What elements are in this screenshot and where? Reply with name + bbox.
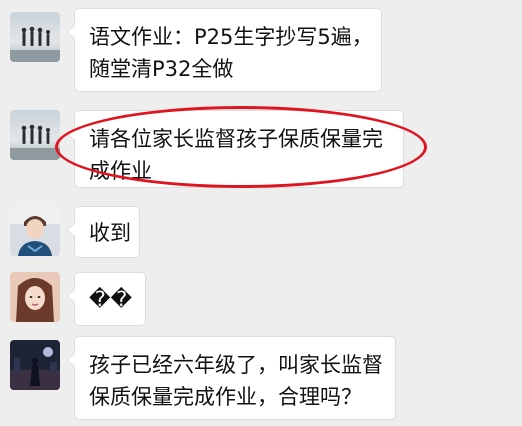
- message-bubble[interactable]: 请各位家长监督孩子保质保量完 成作业: [67, 110, 404, 188]
- message-bubble[interactable]: 语文作业：P25生字抄写5遍， 随堂清P32全做: [67, 8, 382, 92]
- message-bubble[interactable]: ��: [67, 272, 146, 326]
- sender-avatar[interactable]: [10, 12, 60, 62]
- message-text-line: 请各位家长监督孩子保质保量完: [89, 127, 383, 151]
- message-text-line: 保质保量完成作业，合理吗？: [89, 385, 362, 409]
- avatar-girl-photo-icon: [10, 272, 60, 322]
- message-text-line: ��: [89, 287, 133, 311]
- message-text-line: 随堂清P32全做: [89, 57, 234, 81]
- avatar-boy-photo-icon: [10, 206, 60, 256]
- sender-avatar[interactable]: [10, 272, 60, 322]
- sender-avatar[interactable]: [10, 206, 60, 256]
- chat-thread: 语文作业：P25生字抄写5遍， 随堂清P32全做 请各位家长监督孩子保质保量完 …: [0, 0, 522, 426]
- sender-avatar[interactable]: [10, 340, 60, 390]
- message-text-line: 收到: [89, 221, 131, 245]
- sender-avatar[interactable]: [10, 110, 60, 160]
- message-bubble[interactable]: 孩子已经六年级了，叫家长监督 保质保量完成作业，合理吗？: [67, 336, 396, 420]
- avatar-silhouettes-beach-icon: [10, 12, 60, 62]
- avatar-silhouettes-beach-icon: [10, 110, 60, 160]
- message-bubble[interactable]: 收到: [67, 206, 140, 258]
- avatar-night-scene-icon: [10, 340, 60, 390]
- message-text-line: 成作业: [89, 159, 152, 183]
- message-text-line: 孩子已经六年级了，叫家长监督: [89, 353, 383, 377]
- message-text-line: 语文作业：P25生字抄写5遍，: [89, 25, 373, 49]
